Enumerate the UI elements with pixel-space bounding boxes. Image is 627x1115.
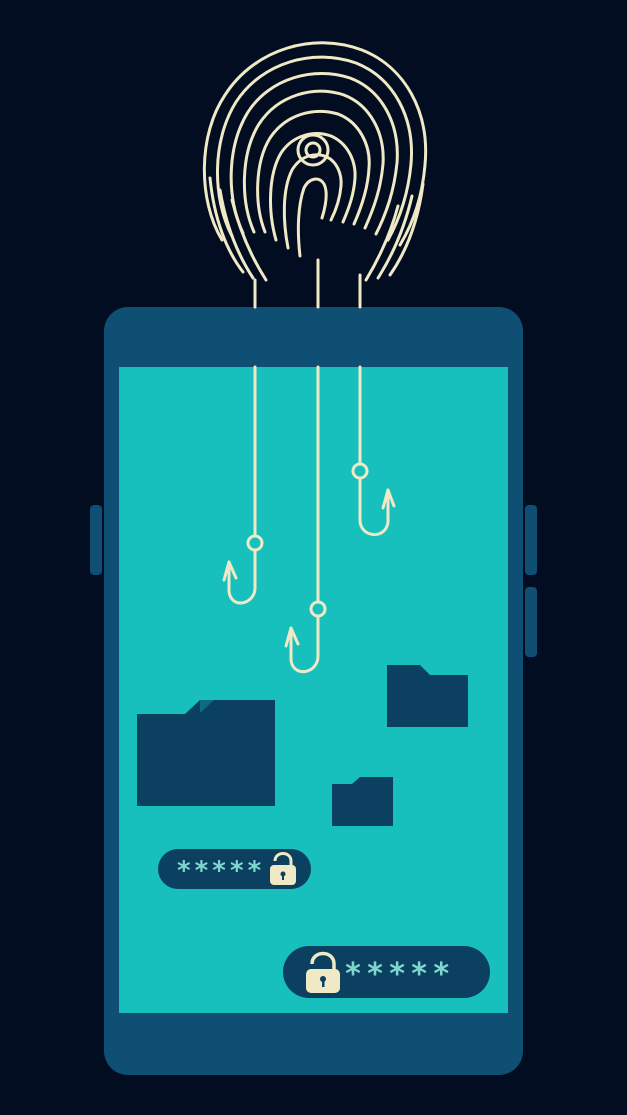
folder-icon xyxy=(332,777,393,826)
fingerprint-icon xyxy=(202,41,428,309)
phone-side-button-left xyxy=(90,505,102,575)
password-mask: ***** xyxy=(176,856,264,886)
phishing-illustration: ***** ***** xyxy=(0,0,627,1115)
password-mask: ***** xyxy=(344,957,454,992)
password-field: ***** xyxy=(283,946,490,998)
password-field: ***** xyxy=(158,849,311,889)
illustration-canvas: ***** ***** xyxy=(90,41,537,1075)
phone-side-button-right-lower xyxy=(525,587,537,657)
phone-side-button-right-upper xyxy=(525,505,537,575)
folder-icon xyxy=(137,700,275,806)
